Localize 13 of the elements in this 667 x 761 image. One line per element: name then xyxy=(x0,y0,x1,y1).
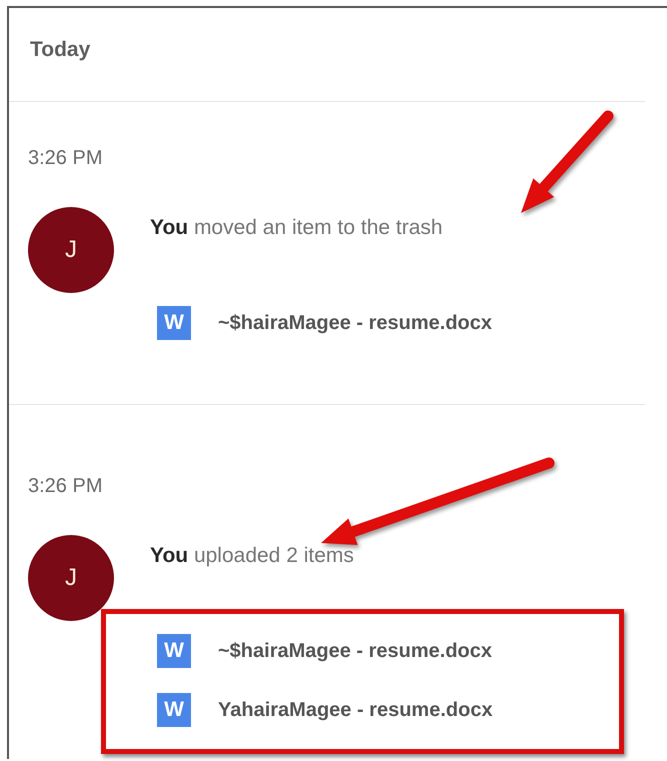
activity-time: 3:26 PM xyxy=(28,146,102,170)
document-icon: W xyxy=(157,693,191,727)
activity-description: You uploaded 2 items xyxy=(150,544,354,568)
file-link[interactable]: ~$hairaMagee - resume.docx xyxy=(218,640,492,662)
activity-time: 3:26 PM xyxy=(28,474,102,498)
file-link[interactable]: YahairaMagee - resume.docx xyxy=(218,698,493,722)
section-heading: Today xyxy=(9,8,645,102)
document-icon: W xyxy=(157,634,191,668)
file-link[interactable]: ~$hairaMagee - resume.docx xyxy=(218,312,492,334)
avatar: J xyxy=(28,207,114,293)
activity-description: You moved an item to the trash xyxy=(150,216,443,240)
avatar: J xyxy=(28,535,114,621)
document-icon: W xyxy=(157,306,191,340)
